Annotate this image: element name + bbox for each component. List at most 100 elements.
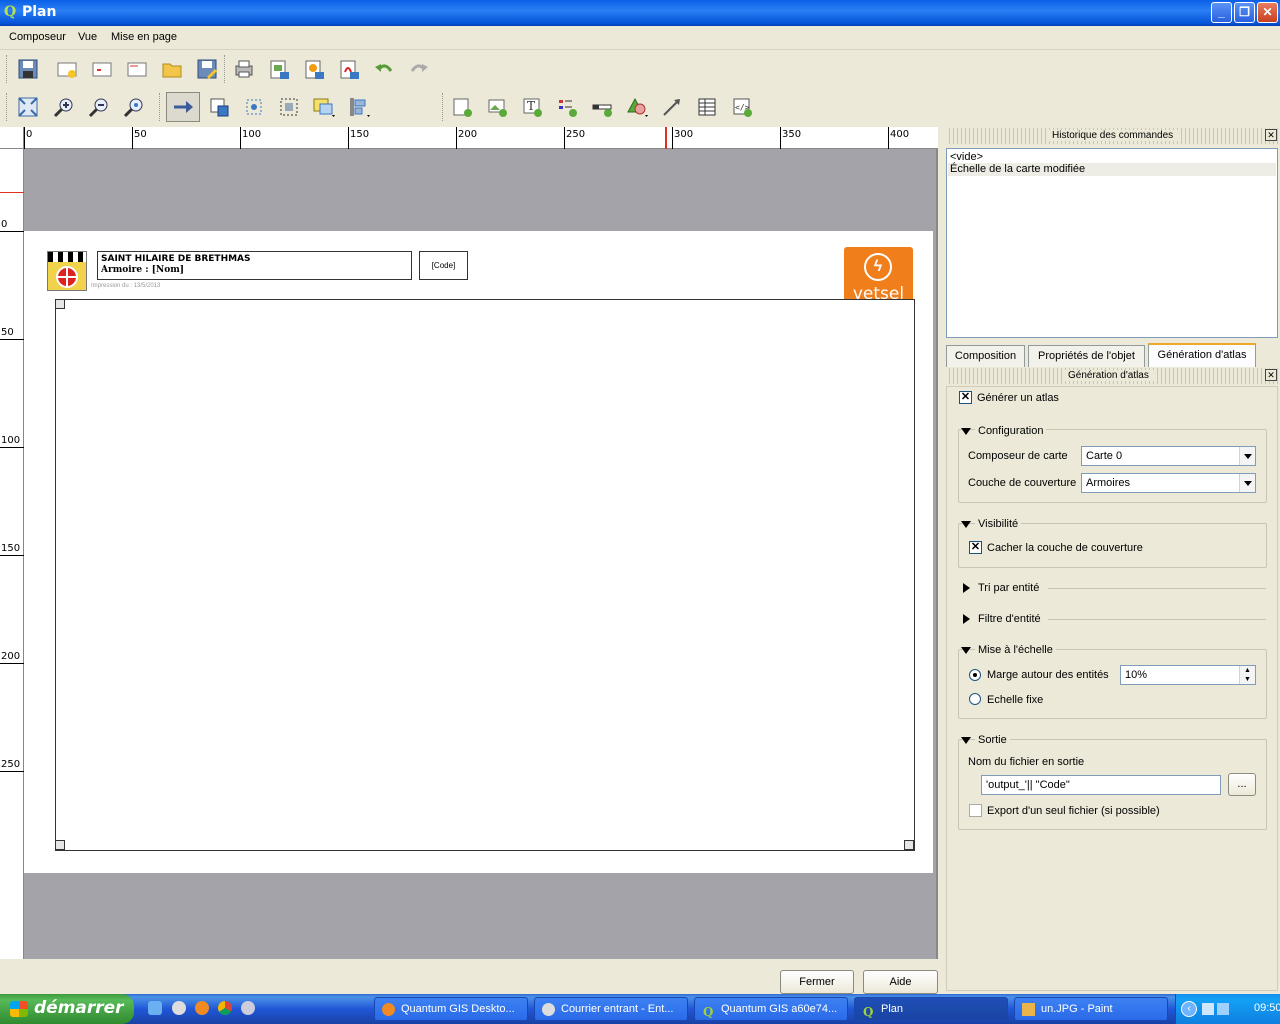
- fixed-scale-radio[interactable]: [969, 693, 981, 705]
- quicklaunch-chrome-icon[interactable]: [218, 1001, 232, 1015]
- collapse-triangle-icon[interactable]: [961, 428, 971, 435]
- visibility-title[interactable]: Visibilité: [975, 518, 1022, 530]
- feature-filter-title[interactable]: Filtre d'entité: [978, 613, 1041, 625]
- generate-atlas-checkbox[interactable]: ✕: [959, 391, 972, 404]
- output-title[interactable]: Sortie: [975, 734, 1010, 746]
- taskbar-item-qgis[interactable]: Quantum GIS Deskto...: [374, 997, 528, 1021]
- collapse-triangle-icon[interactable]: [961, 737, 971, 744]
- undo-icon[interactable]: [371, 56, 397, 82]
- taskbar-item-qgis-2[interactable]: Q Quantum GIS a60e74...: [694, 997, 848, 1021]
- raise-items-icon[interactable]: [311, 94, 337, 120]
- add-map-icon[interactable]: [449, 94, 475, 120]
- quicklaunch-app-icon[interactable]: [241, 1001, 255, 1015]
- export-svg-icon[interactable]: [301, 56, 327, 82]
- group-items-icon[interactable]: [276, 94, 302, 120]
- menu-composeur[interactable]: Composeur: [9, 31, 66, 43]
- margin-radio[interactable]: [969, 669, 981, 681]
- collapse-triangle-icon[interactable]: [961, 647, 971, 654]
- add-attribute-table-icon[interactable]: [694, 94, 720, 120]
- close-button[interactable]: Fermer: [780, 970, 854, 994]
- add-html-frame-icon[interactable]: </>: [729, 94, 755, 120]
- spin-arrows-icon[interactable]: ▲ ▼: [1239, 666, 1255, 684]
- move-content-icon[interactable]: [206, 94, 232, 120]
- sort-by-feature-title[interactable]: Tri par entité: [978, 582, 1039, 594]
- margin-spinbox[interactable]: 10% ▲ ▼: [1120, 665, 1256, 685]
- zoom-in-icon[interactable]: [51, 94, 77, 120]
- quicklaunch-firefox-icon[interactable]: [195, 1001, 209, 1015]
- tab-composition[interactable]: Composition: [946, 345, 1025, 367]
- save-as-template-icon[interactable]: [194, 56, 220, 82]
- chevron-down-icon[interactable]: [1239, 447, 1255, 465]
- header-title-box[interactable]: SAINT HILAIRE DE BRETHMAS Armoire : [Nom…: [97, 251, 412, 280]
- volume-icon[interactable]: [1217, 1003, 1229, 1015]
- print-icon[interactable]: [231, 56, 257, 82]
- align-items-icon[interactable]: [346, 94, 372, 120]
- map-composer-select[interactable]: Carte 0: [1081, 446, 1256, 466]
- town-crest-logo[interactable]: [47, 251, 87, 291]
- browse-button[interactable]: ...: [1228, 773, 1256, 796]
- taskbar-item-plan[interactable]: Q Plan: [854, 997, 1008, 1021]
- history-item[interactable]: Échelle de la carte modifiée: [948, 163, 1276, 176]
- add-legend-icon[interactable]: [554, 94, 580, 120]
- close-history-icon[interactable]: ✕: [1265, 129, 1277, 141]
- tab-item-properties[interactable]: Propriétés de l'objet: [1028, 345, 1145, 367]
- minimize-button[interactable]: _: [1211, 2, 1232, 23]
- add-shape-icon[interactable]: [624, 94, 650, 120]
- menu-mise-en-page[interactable]: Mise en page: [111, 31, 177, 43]
- select-move-item-icon[interactable]: [166, 92, 200, 122]
- map-composer-label: Composeur de carte: [968, 450, 1068, 462]
- help-button[interactable]: Aide: [863, 970, 938, 994]
- map-frame[interactable]: [55, 299, 915, 851]
- add-scalebar-icon[interactable]: [589, 94, 615, 120]
- history-list[interactable]: <vide> Échelle de la carte modifiée: [946, 148, 1278, 338]
- taskbar-item-mail[interactable]: Courrier entrant - Ent...: [534, 997, 688, 1021]
- tray-expand-icon[interactable]: ‹: [1181, 1001, 1197, 1017]
- paint-icon: [1022, 1003, 1035, 1016]
- add-arrow-icon[interactable]: [659, 94, 685, 120]
- menu-vue[interactable]: Vue: [78, 31, 97, 43]
- duplicate-composer-icon[interactable]: [89, 56, 115, 82]
- configuration-title[interactable]: Configuration: [975, 425, 1047, 437]
- redo-icon[interactable]: [406, 56, 432, 82]
- coverage-layer-select[interactable]: Armoires: [1081, 473, 1256, 493]
- lightning-icon: ϟ: [864, 253, 892, 281]
- taskbar-item-paint[interactable]: un.JPG - Paint: [1014, 997, 1168, 1021]
- selection-handle[interactable]: [55, 840, 65, 850]
- scaling-title[interactable]: Mise à l'échelle: [975, 644, 1056, 656]
- chevron-down-icon[interactable]: [1239, 474, 1255, 492]
- zoom-out-icon[interactable]: [86, 94, 112, 120]
- new-composer-icon[interactable]: [54, 56, 80, 82]
- close-window-button[interactable]: ✕: [1257, 2, 1278, 23]
- export-image-icon[interactable]: [266, 56, 292, 82]
- network-icon[interactable]: [1202, 1003, 1214, 1015]
- ruler-corner: [0, 127, 24, 149]
- selection-handle[interactable]: [904, 840, 914, 850]
- quicklaunch-desktop-icon[interactable]: [148, 1001, 162, 1015]
- edit-nodes-icon[interactable]: [241, 94, 267, 120]
- single-file-checkbox[interactable]: [969, 804, 982, 817]
- fixed-scale-label: Echelle fixe: [987, 694, 1044, 706]
- save-icon[interactable]: [15, 56, 41, 82]
- start-button[interactable]: démarrer: [0, 994, 134, 1024]
- selection-handle[interactable]: [55, 299, 65, 309]
- code-label-box[interactable]: [Code]: [419, 251, 468, 280]
- composer-manager-icon[interactable]: [124, 56, 150, 82]
- refresh-view-icon[interactable]: [121, 94, 147, 120]
- h-tick-label: 350: [782, 129, 802, 140]
- maximize-button[interactable]: ❐: [1234, 2, 1255, 23]
- history-item[interactable]: <vide>: [950, 151, 983, 163]
- close-atlas-icon[interactable]: ✕: [1265, 369, 1277, 381]
- hide-coverage-checkbox[interactable]: ✕: [969, 541, 982, 554]
- output-filename-input[interactable]: 'output_'|| "Code": [981, 775, 1221, 795]
- zoom-full-icon[interactable]: [15, 94, 41, 120]
- add-label-icon[interactable]: T: [519, 94, 545, 120]
- add-image-icon[interactable]: [484, 94, 510, 120]
- expand-triangle-icon[interactable]: [963, 583, 970, 593]
- collapse-triangle-icon[interactable]: [961, 521, 971, 528]
- tab-atlas-generation[interactable]: Génération d'atlas: [1148, 343, 1256, 367]
- quicklaunch-browser-icon[interactable]: [172, 1001, 186, 1015]
- export-pdf-icon[interactable]: [336, 56, 362, 82]
- expand-triangle-icon[interactable]: [963, 614, 970, 624]
- history-panel-title: Historique des commandes: [1046, 130, 1180, 141]
- open-folder-icon[interactable]: [159, 56, 185, 82]
